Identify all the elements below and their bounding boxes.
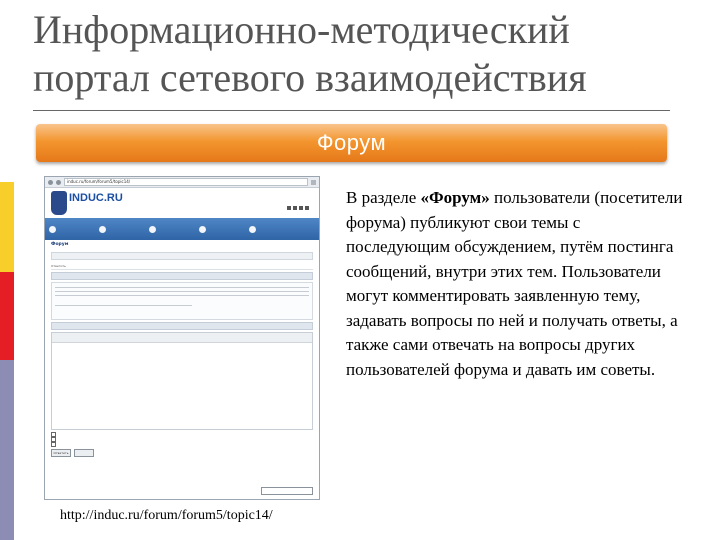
reply-bar [51, 322, 313, 330]
forward-icon [56, 179, 61, 185]
menu-item [149, 225, 195, 233]
post-meta-bar [51, 272, 313, 280]
back-icon [48, 179, 53, 185]
post-text-line [55, 291, 309, 292]
social-icon [293, 206, 297, 210]
menu-icon [99, 225, 106, 233]
option-checkbox [51, 436, 313, 442]
option-checkbox [51, 431, 313, 437]
url-caption: http://induc.ru/forum/forum5/topic14/ [60, 508, 273, 523]
reply-submit-button: Ответить [51, 449, 71, 457]
preview-button [74, 449, 94, 457]
checkbox-icon [51, 441, 56, 447]
reply-options [51, 431, 313, 447]
site-logo: INDUC.RU [51, 191, 123, 215]
site-logo-text: INDUC.RU [69, 192, 123, 204]
menu-item [199, 225, 245, 233]
left-bar-yellow [0, 182, 14, 272]
description-prefix: В разделе [346, 188, 421, 207]
title-divider [33, 110, 670, 111]
topic-header-row: Ответить [51, 263, 313, 270]
description-rest: пользователи (посетители форума) публику… [346, 188, 683, 379]
left-bar-red [0, 272, 14, 360]
post-text-line [55, 295, 309, 296]
browser-address-bar: induc.ru/forum/forum5/topic14/ [45, 177, 319, 188]
forum-screenshot: induc.ru/forum/forum5/topic14/ INDUC.RU … [44, 176, 320, 500]
forum-banner: Форум [36, 124, 667, 162]
menu-icon [149, 225, 156, 233]
site-main-menu [45, 218, 319, 240]
reply-link: Ответить [51, 264, 66, 268]
site-header: INDUC.RU [45, 188, 319, 218]
social-icon [287, 206, 291, 210]
editor-toolbar [52, 333, 312, 343]
post-text-line [55, 287, 309, 288]
forum-heading: Форум [51, 242, 69, 247]
social-icon [299, 206, 303, 210]
browser-url: induc.ru/forum/forum5/topic14/ [64, 178, 308, 186]
left-bar-white [0, 0, 14, 182]
menu-icon [49, 225, 56, 233]
reply-buttons: Ответить [51, 449, 313, 457]
option-checkbox [51, 441, 313, 447]
description-bold: «Форум» [420, 188, 490, 207]
menu-icon [199, 225, 206, 233]
mascot-icon [51, 191, 67, 215]
social-icon [305, 206, 309, 210]
menu-item [249, 225, 295, 233]
slide-title: Информационно-методический портал сетево… [33, 7, 587, 100]
bookmark-star-icon [311, 179, 316, 185]
forum-breadcrumb [51, 252, 313, 260]
forum-post [51, 282, 313, 320]
menu-item [99, 225, 145, 233]
post-text-line [55, 305, 192, 306]
left-bar-blue [0, 360, 14, 540]
menu-item [49, 225, 95, 233]
forum-description: В разделе «Форум» пользователи (посетите… [346, 186, 686, 382]
header-user-icons [287, 206, 309, 210]
reply-editor [51, 332, 313, 430]
menu-icon [249, 225, 256, 233]
forum-jump-select [261, 487, 313, 495]
